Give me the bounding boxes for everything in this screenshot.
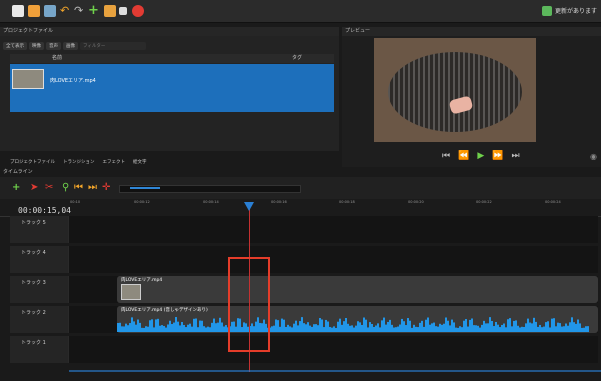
column-tag: タグ <box>292 55 303 61</box>
tick-label: 00:00:22 <box>476 200 492 204</box>
tick-label: 00:00:18 <box>339 200 355 204</box>
filter-input[interactable]: フィルター <box>80 42 146 50</box>
tick-label: 00:00:24 <box>545 200 561 204</box>
video-clip[interactable]: 肉LOVEエリア.mp4 <box>117 276 598 303</box>
video-preview <box>374 38 536 142</box>
column-name: 名前 <box>52 55 63 61</box>
track-2[interactable]: トラック 2 肉LOVEエリア.mp4 (音しゃデザインあり) <box>10 306 598 333</box>
track-label: トラック 5 <box>10 216 68 243</box>
tab-project-files[interactable]: プロジェクトファイル <box>10 159 55 165</box>
audio-waveform <box>117 317 589 332</box>
track-3[interactable]: トラック 3 肉LOVEエリア.mp4 <box>10 276 598 303</box>
highlight-box <box>228 257 270 352</box>
track-label: トラック 3 <box>10 276 68 303</box>
preview-title: プレビュー <box>342 27 601 36</box>
filter-bar: 全て表示 映像 音声 画像 フィルター <box>3 41 146 51</box>
clip-thumbnail <box>121 284 141 300</box>
track-name: トラック 5 <box>21 220 46 226</box>
project-files-title: プロジェクトファイル <box>0 27 339 36</box>
track-area[interactable] <box>69 336 598 363</box>
track-area[interactable]: 肉LOVEエリア.mp4 <box>69 276 598 303</box>
fast-forward-icon[interactable]: ⏩ <box>492 151 503 161</box>
panel-tabs: プロジェクトファイル トランジション エフェクト 絵文字 <box>0 156 349 167</box>
save-project-icon[interactable] <box>44 5 56 17</box>
update-icon <box>541 5 552 16</box>
rewind-icon[interactable]: ⏪ <box>458 151 469 161</box>
track-area[interactable] <box>69 246 598 273</box>
track-1[interactable]: トラック 1 <box>10 336 598 363</box>
file-list-header: 名前 タグ <box>10 54 334 63</box>
redo-icon[interactable]: ↷ <box>74 5 86 17</box>
export-video-icon[interactable] <box>132 5 144 17</box>
project-files-panel: プロジェクトファイル 全て表示 映像 音声 画像 フィルター 名前 タグ 肉LO… <box>0 27 339 151</box>
update-label: 更新があります <box>554 8 597 15</box>
camera-icon[interactable]: ◉ <box>590 152 597 161</box>
filter-audio[interactable]: 音声 <box>46 42 61 50</box>
grill-image <box>388 52 522 132</box>
tick-label: 00:00:16 <box>271 200 287 204</box>
center-playhead-icon[interactable]: ✛ <box>102 183 110 193</box>
tab-emoji[interactable]: 絵文字 <box>133 159 147 165</box>
track-label: トラック 2 <box>10 306 68 333</box>
fullscreen-icon[interactable] <box>119 7 127 15</box>
add-marker-icon[interactable]: ➤ <box>30 183 38 193</box>
clip-title: 肉LOVEエリア.mp4 (音しゃデザインあり) <box>121 308 208 313</box>
timeline-scrollbar[interactable] <box>69 370 601 372</box>
timeline-toolbar: + ➤ ✂ ⚲ ⏮ ⏭ ✛ <box>0 177 601 199</box>
filter-show-all[interactable]: 全て表示 <box>3 42 27 50</box>
file-thumbnail <box>12 69 44 89</box>
next-marker-icon[interactable]: ⏭ <box>88 183 97 193</box>
add-track-icon[interactable]: + <box>12 183 20 193</box>
razor-icon[interactable]: ✂ <box>45 183 53 193</box>
tab-effects[interactable]: エフェクト <box>103 159 126 165</box>
preview-panel: プレビュー ⏮ ⏪ ▶ ⏩ ⏭ ◉ <box>342 27 601 167</box>
new-project-icon[interactable] <box>12 5 24 17</box>
track-name: トラック 2 <box>21 310 46 316</box>
tick-label: 00:00:12 <box>134 200 150 204</box>
timeline-ruler[interactable]: 00:00:15,04 00:10 00:00:12 00:00:14 00:0… <box>0 199 601 217</box>
tick-label: 00:00:20 <box>408 200 424 204</box>
track-area[interactable] <box>69 216 598 243</box>
clip-title: 肉LOVEエリア.mp4 <box>121 278 163 283</box>
import-files-icon[interactable]: + <box>88 4 100 17</box>
previous-marker-icon[interactable]: ⏮ <box>74 183 83 193</box>
file-name: 肉LOVEエリア.mp4 <box>50 78 96 84</box>
track-label: トラック 1 <box>10 336 68 363</box>
playback-controls: ⏮ ⏪ ▶ ⏩ ⏭ <box>442 151 520 161</box>
track-name: トラック 1 <box>21 340 46 346</box>
tick-label: 00:10 <box>70 200 81 204</box>
tab-transitions[interactable]: トランジション <box>63 159 95 165</box>
update-available-button[interactable]: 更新があります <box>541 4 597 17</box>
undo-icon[interactable]: ↶ <box>60 5 72 17</box>
play-icon[interactable]: ▶ <box>477 151 484 161</box>
snap-icon[interactable]: ⚲ <box>62 183 69 193</box>
jump-start-icon[interactable]: ⏮ <box>442 151 450 161</box>
current-time: 00:00:15,04 <box>18 206 71 215</box>
track-4[interactable]: トラック 4 <box>10 246 598 273</box>
filter-image[interactable]: 画像 <box>63 42 78 50</box>
zoom-slider[interactable] <box>119 185 301 193</box>
profile-icon[interactable] <box>104 5 116 17</box>
track-name: トラック 3 <box>21 280 46 286</box>
track-area[interactable]: 肉LOVEエリア.mp4 (音しゃデザインあり) <box>69 306 598 333</box>
audio-clip[interactable]: 肉LOVEエリア.mp4 (音しゃデザインあり) <box>117 306 598 333</box>
track-5[interactable]: トラック 5 <box>10 216 598 243</box>
jump-end-icon[interactable]: ⏭ <box>511 151 519 161</box>
zoom-handle[interactable] <box>130 187 160 189</box>
tick-label: 00:00:14 <box>203 200 219 204</box>
track-name: トラック 4 <box>21 250 46 256</box>
filter-video[interactable]: 映像 <box>29 42 44 50</box>
track-label: トラック 4 <box>10 246 68 273</box>
file-row[interactable]: 肉LOVEエリア.mp4 <box>10 64 334 112</box>
timeline-title: タイムライン <box>3 169 33 175</box>
open-project-icon[interactable] <box>28 5 40 17</box>
main-toolbar: ↶ ↷ + 更新があります <box>0 0 601 23</box>
